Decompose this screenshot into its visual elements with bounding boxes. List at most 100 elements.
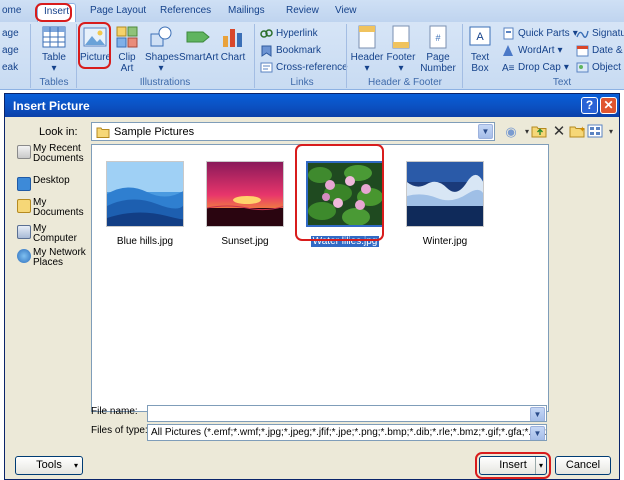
dialog-title-bar[interactable]: Insert Picture ? ✕ [5,94,619,117]
smartart-button[interactable]: SmartArt [179,24,219,63]
page-number-icon: # [429,25,447,49]
text-group-label: Text [552,77,572,88]
file-list[interactable]: Blue hills.jpg Sunset.jpg Water lilies.j… [91,144,549,412]
tab-review[interactable]: Review [286,5,319,16]
hyperlink-button[interactable]: Hyperlink [260,27,318,40]
delete-icon[interactable]: ✕ [551,124,567,140]
quick-parts-button[interactable]: Quick Parts ▾ [502,27,578,40]
chart-icon [223,29,242,47]
table-icon [42,26,66,48]
footer-button[interactable]: Footer ▾ [384,24,418,74]
clip-art-label-line2: Art [120,63,134,74]
tab-view[interactable]: View [335,5,357,16]
ribbon-separator [30,24,31,88]
smartart-label: SmartArt [179,52,219,63]
text-box-label-line2: Box [471,63,489,74]
chart-button[interactable]: Chart [219,24,247,63]
help-button[interactable]: ? [581,97,598,114]
up-one-level-icon[interactable] [531,124,547,140]
cover-page-button[interactable]: age [2,28,19,39]
drop-cap-label: Drop Cap [518,62,561,73]
svg-text:✦: ✦ [579,125,585,134]
tables-group-label: Tables [39,77,69,88]
table-button[interactable]: Table ▾ [38,24,70,74]
quick-parts-label: Quick Parts [518,28,570,39]
shapes-button[interactable]: Shapes ▾ [145,24,179,74]
cancel-label: Cancel [565,459,601,471]
look-in-label: Look in: [39,126,78,138]
smartart-icon [186,31,210,43]
new-folder-icon[interactable]: ✦ [569,124,586,140]
object-label: Object [592,62,621,73]
back-icon[interactable]: ◉ [503,124,519,140]
wordart-label: WordArt [518,45,555,56]
page-number-label-line2: Number [420,63,456,74]
place-my-network-places[interactable]: My Network Places [17,248,89,268]
file-name: Sunset.jpg [221,236,269,247]
tab-mailings[interactable]: Mailings [228,5,265,16]
place-label: Desktop [33,175,70,186]
my-computer-icon [17,225,31,239]
date-time-button[interactable]: Date & [576,44,623,57]
object-button[interactable]: Object [576,61,621,74]
tab-page-layout[interactable]: Page Layout [90,5,146,16]
tab-home[interactable]: ome [2,5,21,16]
picture-button[interactable]: Picture [80,24,112,63]
my-documents-icon [17,199,31,213]
look-in-value: Sample Pictures [114,125,195,138]
clip-art-button[interactable]: Clip Art [114,24,140,74]
place-my-documents[interactable]: My Documents [17,198,89,218]
hyperlink-label: Hyperlink [276,28,318,39]
insert-button[interactable]: Insert ▾ [479,456,547,475]
recent-documents-icon [17,145,31,159]
file-name-input[interactable]: ▼ [147,405,547,422]
bookmark-button[interactable]: Bookmark [260,44,321,57]
file-name: Blue hills.jpg [116,236,174,247]
folder-icon [96,127,110,138]
winter-thumbnail [406,161,484,227]
page-break-button[interactable]: eak [2,62,18,73]
text-box-button[interactable]: A Text Box [466,24,494,74]
close-button[interactable]: ✕ [600,97,617,114]
water-lilies-thumbnail [306,161,384,227]
views-icon[interactable] [587,124,603,140]
chevron-down-icon[interactable]: ▼ [478,124,493,139]
tab-references[interactable]: References [160,5,211,16]
wordart-icon [503,45,513,56]
blue-hills-thumbnail [106,161,184,227]
place-desktop[interactable]: Desktop [17,176,89,191]
blank-page-button[interactable]: age [2,45,19,56]
page-number-label-line1: Page [426,52,450,63]
insert-label: Insert [499,459,527,471]
tools-button[interactable]: Tools ▾ [15,456,83,475]
dropdown-arrow-icon: ▾ [563,62,569,73]
wordart-button[interactable]: WordArt ▾ [502,44,563,57]
text-box-label-line1: Text [470,52,490,63]
picture-label: Picture [80,52,112,63]
place-label: My Documents [33,197,84,218]
dropdown-arrow-icon[interactable]: ▾ [535,457,546,474]
ribbon-separator [346,24,347,88]
chevron-down-icon[interactable]: ▼ [530,407,545,421]
views-dropdown-icon[interactable]: ▾ [603,124,619,140]
dropdown-arrow-icon: ▾ [73,461,78,470]
place-my-computer[interactable]: My Computer [17,224,89,244]
svg-text:A≡: A≡ [502,63,515,74]
date-time-label: Date & [592,45,623,56]
place-label: My Computer [33,223,77,244]
place-my-recent-documents[interactable]: My Recent Documents [17,144,89,164]
files-of-type-select[interactable]: All Pictures (*.emf;*.wmf;*.jpg;*.jpeg;*… [147,424,547,441]
header-button[interactable]: Header ▾ [350,24,384,74]
chevron-down-icon[interactable]: ▼ [530,426,545,440]
cross-reference-button[interactable]: Cross-reference [260,61,348,74]
page-number-button[interactable]: # Page Number [418,24,458,74]
drop-cap-button[interactable]: A≡ Drop Cap ▾ [502,61,569,74]
illustrations-group-label: Illustrations [139,77,191,88]
signature-line-button[interactable]: Signatu [576,27,624,40]
cancel-button[interactable]: Cancel [555,456,611,475]
ribbon-separator [462,24,463,88]
network-places-icon [17,249,31,263]
tab-insert[interactable]: Insert [37,3,77,22]
look-in-dropdown[interactable]: Sample Pictures ▼ [91,122,495,141]
picture-icon [83,27,107,47]
